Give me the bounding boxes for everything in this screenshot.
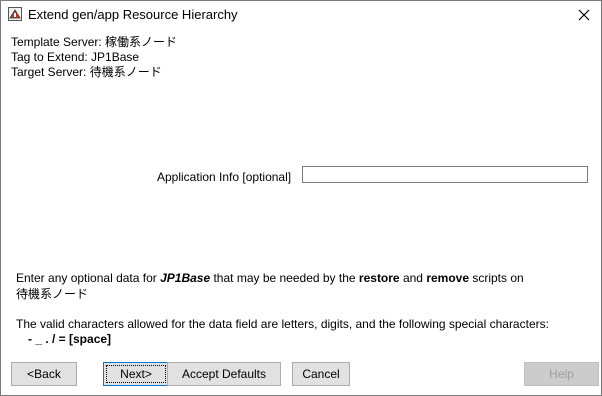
next-button[interactable]: Next> xyxy=(103,362,169,386)
valid-characters-list: - _ . / = [space] xyxy=(28,332,112,346)
back-button-label: <Back xyxy=(27,367,61,381)
valid-characters-text: The valid characters allowed for the dat… xyxy=(16,317,549,347)
valid-characters-intro: The valid characters allowed for the dat… xyxy=(16,317,549,331)
description-tag: JP1Base xyxy=(160,271,211,285)
title-bar[interactable]: Extend gen/app Resource Hierarchy xyxy=(1,1,601,29)
application-info-input[interactable] xyxy=(302,166,588,183)
description-restore: restore xyxy=(358,271,400,285)
close-button[interactable] xyxy=(567,1,601,29)
description-part4: scripts on xyxy=(469,271,524,285)
description-text: Enter any optional data for JP1Base that… xyxy=(16,270,524,302)
description-part1: Enter any optional data for xyxy=(16,271,161,285)
accept-defaults-label: Accept Defaults xyxy=(181,367,267,381)
tag-to-extend-line: Tag to Extend: JP1Base xyxy=(11,50,140,64)
help-button-label: Help xyxy=(549,367,574,381)
description-server: 待機系ノード xyxy=(16,287,89,301)
template-server-line: Template Server: 稼働系ノード xyxy=(11,35,178,49)
target-server-line: Target Server: 待機系ノード xyxy=(11,65,162,79)
cancel-button[interactable]: Cancel xyxy=(292,362,350,386)
next-button-label: Next> xyxy=(120,367,152,381)
description-part3: and xyxy=(399,271,427,285)
description-remove: remove xyxy=(426,271,470,285)
close-icon xyxy=(578,9,590,21)
resource-info: Template Server: 稼働系ノード Tag to Extend: J… xyxy=(11,35,177,80)
app-icon xyxy=(8,7,22,21)
accept-defaults-button[interactable]: Accept Defaults xyxy=(167,362,281,386)
description-part2: that may be needed by the xyxy=(210,271,359,285)
dialog-window: Extend gen/app Resource Hierarchy Templa… xyxy=(0,0,602,396)
back-button[interactable]: <Back xyxy=(11,362,77,386)
application-info-label: Application Info [optional] xyxy=(157,170,292,184)
cancel-button-label: Cancel xyxy=(302,367,340,381)
window-title: Extend gen/app Resource Hierarchy xyxy=(28,7,238,22)
help-button[interactable]: Help xyxy=(524,362,599,386)
